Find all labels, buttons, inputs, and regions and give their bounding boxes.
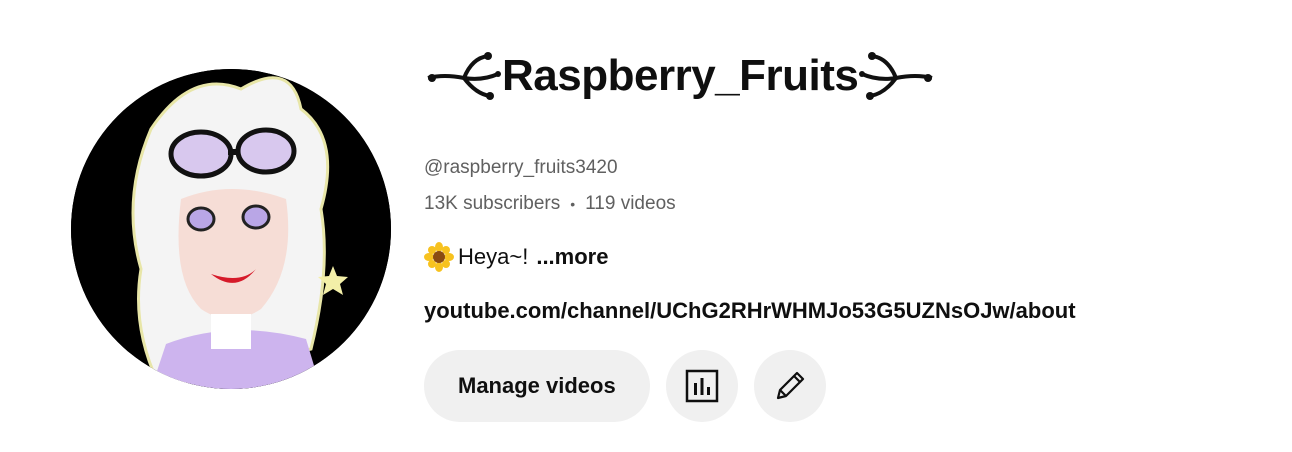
channel-avatar[interactable]: [71, 69, 391, 389]
channel-actions: Manage videos: [424, 350, 826, 422]
manage-videos-button[interactable]: Manage videos: [424, 350, 650, 422]
subscriber-count: 13K subscribers: [424, 193, 561, 214]
stats-separator: •: [570, 196, 576, 212]
sunflower-icon: [424, 242, 454, 272]
avatar-image: [71, 69, 391, 389]
edit-button[interactable]: [753, 350, 826, 422]
description-text: Heya~!: [458, 244, 529, 269]
channel-link[interactable]: youtube.com/channel/UChG2RHrWHMJo53G5UZN…: [424, 298, 1076, 324]
channel-handle: @raspberry_fruits3420: [424, 157, 618, 178]
flourish-left-icon: [427, 52, 501, 100]
pencil-icon: [776, 371, 804, 400]
flourish-right-icon: [859, 52, 933, 100]
more-link[interactable]: ...more: [536, 244, 608, 270]
video-count: 119 videos: [585, 193, 676, 214]
channel-stats: 13K subscribers • 119 videos: [424, 193, 676, 215]
channel-description[interactable]: Heya~! ...more: [424, 242, 608, 272]
channel-title: Raspberry_Fruits: [424, 40, 1264, 112]
channel-name: Raspberry_Fruits: [502, 51, 859, 100]
analytics-icon: [685, 369, 718, 403]
analytics-button[interactable]: [665, 350, 738, 422]
channel-info: Raspberry_Fruits @raspberry_fruits3420 1…: [424, 40, 1264, 422]
